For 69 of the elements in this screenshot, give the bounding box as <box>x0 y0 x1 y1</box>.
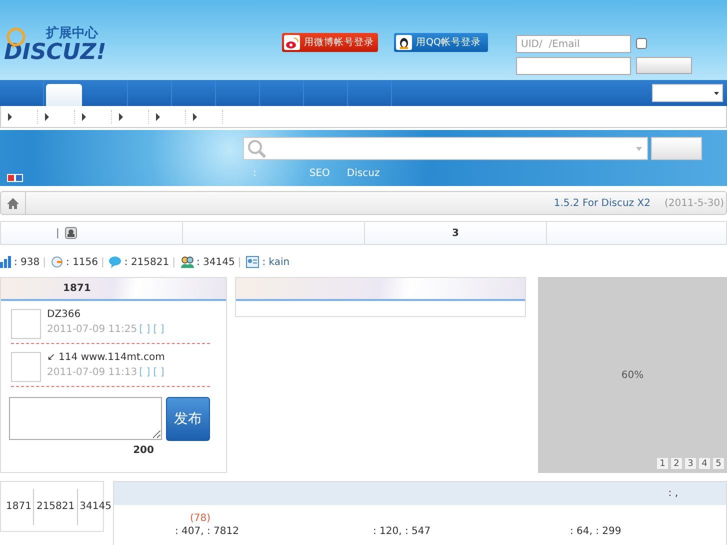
page-button[interactable]: 3 <box>684 457 697 470</box>
stat-text: : 64, : 299 <box>570 526 622 537</box>
header-text: : , <box>668 488 678 499</box>
eye-icon <box>284 35 300 50</box>
post-text: DZ366 <box>47 309 82 320</box>
count-text: (78) <box>190 513 212 524</box>
remember-checkbox[interactable] <box>636 38 647 49</box>
search-field[interactable] <box>243 137 648 160</box>
triangle-icon <box>82 112 86 120</box>
total-value: 34145 <box>76 488 114 524</box>
avatar-placeholder <box>11 352 41 382</box>
speech-bubble-icon <box>109 256 122 268</box>
triangle-icon <box>119 112 123 120</box>
triangle-icon <box>45 112 49 120</box>
stat-text: : 120, : 547 <box>373 526 432 537</box>
page-button[interactable]: 4 <box>698 457 711 470</box>
qq-login-button[interactable]: 用QQ帐号登录 <box>394 33 488 52</box>
username-link[interactable]: : kain <box>262 256 290 268</box>
search-button[interactable] <box>651 137 702 160</box>
avatar-placeholder <box>11 309 41 339</box>
stat-value: : 938 <box>14 256 40 268</box>
post-time: 2011-07-09 11:25 <box>47 324 138 335</box>
triangle-icon <box>8 112 12 120</box>
separator-text: | <box>172 256 176 268</box>
post-text: ↙ 114 www.114mt.com <box>47 352 165 363</box>
penguin-icon <box>396 35 412 50</box>
nav-tab[interactable] <box>46 84 82 106</box>
separator-text: | <box>238 256 242 268</box>
people-icon <box>180 256 194 268</box>
count-text: 3 <box>365 222 547 244</box>
caret-icon <box>636 146 642 150</box>
post-time: 2011-07-09 11:13 <box>47 367 138 378</box>
banner-text: : <box>253 168 256 179</box>
separator-text: | <box>101 256 104 268</box>
page-button[interactable]: 1 <box>656 457 669 470</box>
stat-value: : 215821 <box>124 256 170 268</box>
page-button[interactable]: 5 <box>712 457 725 470</box>
password-field[interactable] <box>516 57 631 75</box>
message-field[interactable] <box>9 397 162 440</box>
id-card-icon <box>246 256 260 268</box>
home-icon <box>7 198 19 208</box>
search-icon <box>247 139 266 158</box>
release-date: (2011-5-30) <box>664 198 724 208</box>
panel-header: 1871 <box>1 278 226 301</box>
stat-value: : 1156 <box>66 256 98 268</box>
publish-button[interactable]: 发布 <box>166 397 210 441</box>
clock-icon <box>51 256 64 268</box>
logo: DISCUZ! <box>4 40 108 65</box>
triangle-icon <box>156 112 160 120</box>
page-button[interactable]: 2 <box>670 457 683 470</box>
logo-caption: 扩展中心 <box>46 24 100 42</box>
separator-text: | <box>42 256 46 268</box>
login-button[interactable] <box>636 57 692 74</box>
bar-chart-icon <box>0 256 11 268</box>
dropdown-select[interactable] <box>652 84 723 102</box>
color-squares-icon <box>7 174 23 182</box>
total-value: 215821 <box>33 488 77 524</box>
total-value: 1871 <box>6 500 32 514</box>
triangle-icon <box>193 112 197 120</box>
char-limit-text: 200 <box>132 445 155 456</box>
caret-icon <box>714 92 719 94</box>
loading-text: 60% <box>621 370 644 380</box>
weibo-login-button[interactable]: 用微博帐号登录 <box>282 33 378 52</box>
separator-text: | <box>56 228 60 238</box>
username-field[interactable]: UID/ /Email <box>516 35 631 53</box>
banner-link[interactable]: Discuz <box>346 168 380 179</box>
stat-value: : 34145 <box>196 256 235 268</box>
stat-text: : 407, : 7812 <box>175 526 240 537</box>
version-link[interactable]: 1.5.2 For Discuz X2 <box>554 198 650 208</box>
